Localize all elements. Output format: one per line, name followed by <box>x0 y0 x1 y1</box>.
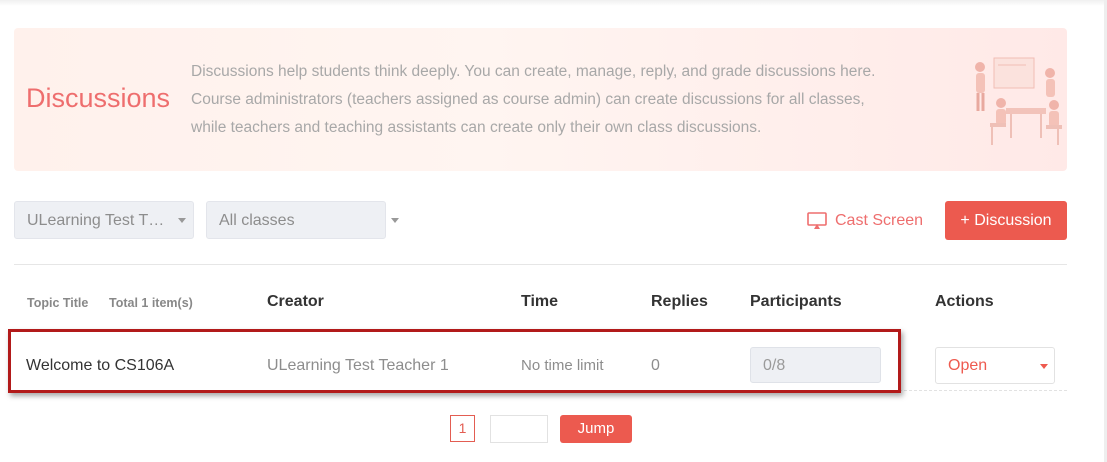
page-jump-input[interactable] <box>490 415 548 443</box>
chevron-down-icon <box>1040 364 1048 369</box>
action-select[interactable]: Open <box>935 347 1055 384</box>
header-time: Time <box>521 293 559 310</box>
banner-description-line: while teachers and teaching assistants c… <box>191 119 762 136</box>
header-creator: Creator <box>267 293 324 310</box>
info-banner: Discussions Discussions help students th… <box>14 28 1067 171</box>
class-select[interactable]: All classes <box>206 201 386 239</box>
course-select-value: ULearning Test T… <box>27 212 165 229</box>
cast-screen-label: Cast Screen <box>835 212 924 229</box>
action-select-value: Open <box>948 357 988 374</box>
banner-description: Discussions help students think deeply. … <box>191 58 971 142</box>
header-topic-title: Topic Title <box>27 296 89 310</box>
banner-description-line: Discussions help students think deeply. … <box>191 63 876 80</box>
top-shadow <box>0 0 1107 6</box>
cast-screen-icon <box>807 212 827 229</box>
classroom-illustration-icon <box>975 57 1062 145</box>
header-participants: Participants <box>750 293 842 310</box>
header-actions: Actions <box>935 293 994 310</box>
page-number-current[interactable]: 1 <box>450 415 475 442</box>
add-discussion-button[interactable]: + Discussion <box>945 201 1067 240</box>
page-title: Discussions <box>26 83 171 113</box>
class-select-value: All classes <box>219 212 295 229</box>
header-replies: Replies <box>651 293 708 310</box>
course-select[interactable]: ULearning Test T… <box>14 201 194 239</box>
divider <box>14 264 1067 265</box>
jump-button[interactable]: Jump <box>560 415 632 443</box>
cast-screen-button[interactable]: Cast Screen <box>807 209 923 233</box>
chevron-down-icon[interactable] <box>391 218 399 223</box>
chevron-down-icon <box>178 218 186 223</box>
highlight-frame <box>8 329 901 393</box>
header-total-count: Total 1 item(s) <box>109 296 193 310</box>
banner-description-line: Course administrators (teachers assigned… <box>191 91 865 108</box>
